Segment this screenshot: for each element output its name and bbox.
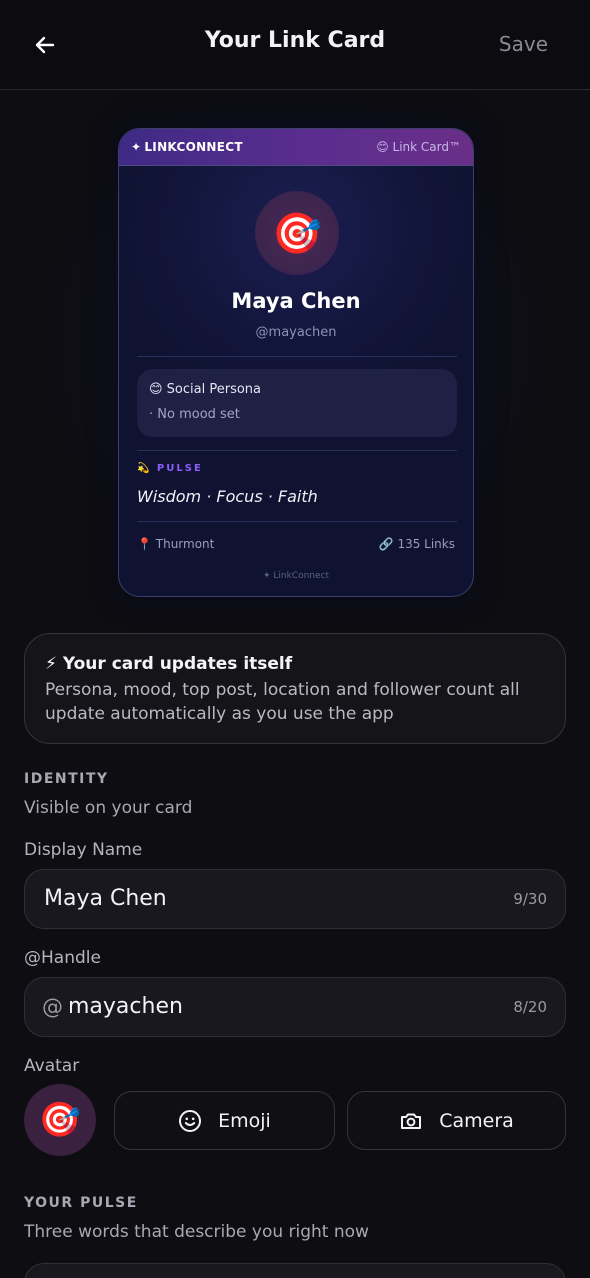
persona-mood: · No mood set [149,407,240,422]
display-name-value: Maya Chen [44,886,167,911]
info-title: ⚡ Your card updates itself [45,654,293,674]
camera-button-label: Camera [439,1109,514,1132]
card-divider [137,521,457,522]
pulse-words-field[interactable] [24,1263,566,1278]
handle-label: @Handle [24,948,101,968]
link-card-editor-screen: Your Link Card Save ✦ LINKCONNECT 😊 Link … [0,0,590,1278]
card-brand: ✦ LINKCONNECT [131,140,243,154]
emoji-button-label: Emoji [218,1109,271,1132]
identity-section-label: IDENTITY [24,771,109,787]
card-divider [137,356,457,357]
identity-section-sub: Visible on your card [24,798,193,818]
avatar-preview[interactable]: 🎯 [24,1084,96,1156]
card-divider [137,450,457,451]
card-links-count: 🔗 135 Links [378,537,455,551]
card-avatar: 🎯 [255,191,339,275]
pulse-section-sub: Three words that describe you right now [24,1222,369,1242]
handle-field[interactable]: @ mayachen 8/20 [24,977,566,1037]
auto-update-info-banner: ⚡ Your card updates itself Persona, mood… [24,633,566,744]
pulse-label: 💫 PULSE [137,463,203,474]
display-name-field[interactable]: Maya Chen 9/30 [24,869,566,929]
avatar-label: Avatar [24,1056,80,1076]
link-card-preview: ✦ LINKCONNECT 😊 Link Card™ 🎯 Maya Chen @m… [118,128,474,597]
save-button[interactable]: Save [499,32,548,56]
card-topbar: ✦ LINKCONNECT 😊 Link Card™ [119,129,473,166]
camera-icon [401,1113,422,1129]
display-name-label: Display Name [24,840,143,860]
pulse-words: Wisdom · Focus · Faith [137,487,318,506]
handle-at-prefix: @ [42,995,63,1019]
sparkle-icon: ✦ [131,140,142,154]
handle-char-count: 8/20 [513,998,547,1016]
card-location: 📍 Thurmont [137,537,215,551]
info-text: Persona, mood, top post, location and fo… [45,680,520,724]
display-name-char-count: 9/30 [513,890,547,908]
smiley-icon [179,1109,202,1132]
card-footer: ✦ LinkConnect [262,571,330,581]
card-name: Maya Chen [231,289,361,313]
card-tag: 😊 Link Card™ [376,140,461,154]
pulse-section-label: YOUR PULSE [24,1195,138,1211]
persona-title: 😊 Social Persona [149,382,262,397]
camera-button[interactable]: Camera [347,1091,566,1150]
card-handle: @mayachen [255,325,337,340]
emoji-button[interactable]: Emoji [114,1091,335,1150]
persona-box: 😊 Social Persona · No mood set [137,369,457,437]
app-header: Your Link Card Save [0,0,590,90]
handle-value: mayachen [68,994,183,1019]
card-brand-label: LINKCONNECT [144,140,243,154]
